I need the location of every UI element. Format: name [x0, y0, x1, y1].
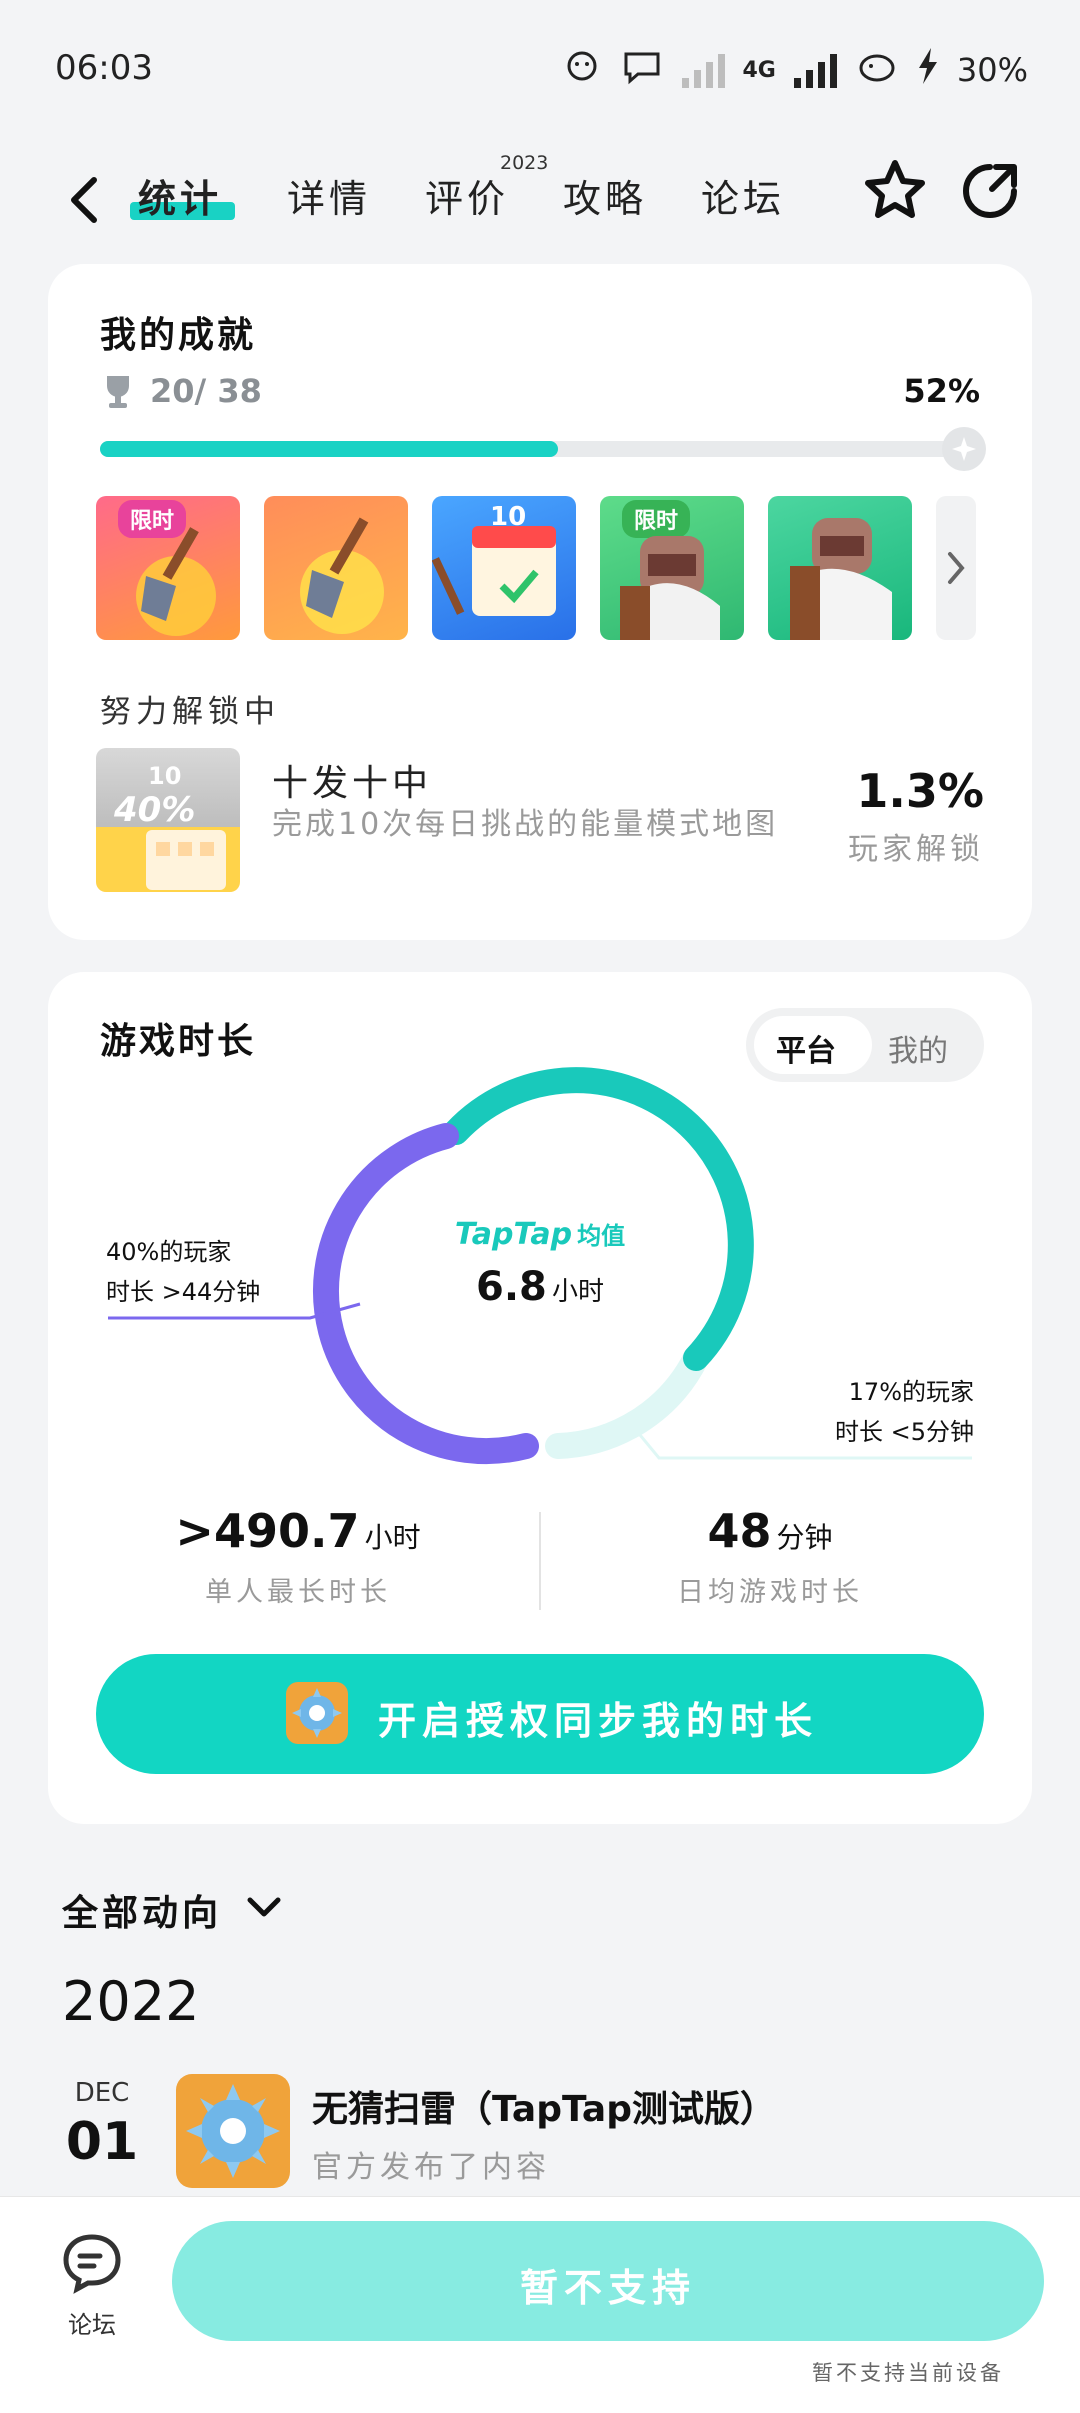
short-play-note-line2: 时长 <5分钟: [834, 1418, 974, 1446]
achievement-progress-fill: [100, 441, 558, 457]
short-play-note: 17%的玩家 时长 <5分钟: [835, 1372, 974, 1452]
stats-divider: [539, 1512, 541, 1610]
sync-playtime-button[interactable]: 开启授权同步我的时长: [96, 1654, 984, 1774]
forum-icon[interactable]: [60, 2231, 124, 2295]
knight-icon: [620, 536, 720, 640]
short-play-note-line1: 17%的玩家: [848, 1378, 974, 1406]
battery-percent: 30%: [956, 51, 1028, 89]
knight-icon: [790, 518, 892, 640]
unlocking-rate-label: 玩家解锁: [848, 832, 984, 867]
donut-center-label: TapTap 均值: [440, 1216, 640, 1252]
taptap-logo-text: TapTap: [454, 1217, 573, 1252]
badge-number: 10: [490, 502, 527, 532]
sync-playtime-label: 开启授权同步我的时长: [378, 1699, 819, 1743]
unsupported-button[interactable]: 暂不支持: [172, 2221, 1044, 2341]
unsupported-device-note: 暂不支持当前设备: [812, 2361, 1004, 2385]
app-status-icon: [855, 46, 899, 94]
daily-playtime-stat: 48 分钟: [560, 1504, 980, 1558]
back-icon[interactable]: [60, 170, 110, 230]
game-app-icon: [286, 1682, 348, 1744]
shovel-icon: [136, 527, 216, 636]
tab-details[interactable]: 详情: [287, 168, 371, 223]
unsupported-button-label: 暂不支持: [519, 2266, 696, 2310]
forum-label[interactable]: 论坛: [50, 2305, 134, 2340]
max-playtime-label: 单人最长时长: [205, 1577, 391, 1608]
average-label: 均值: [577, 1222, 626, 1250]
feed-item-title[interactable]: 无猜扫雷（TapTap测试版）: [312, 2080, 776, 2132]
tab-stats[interactable]: 统计: [138, 168, 222, 223]
feed-year: 2022: [62, 1970, 200, 2033]
tab-forum[interactable]: 论坛: [701, 168, 785, 223]
unlocking-badge-number: 10: [148, 762, 182, 790]
achievements-title: 我的成就: [100, 315, 257, 356]
daily-playtime-value: 48: [707, 1504, 772, 1558]
average-value: 6.8: [476, 1264, 547, 1310]
donut-segment-short: [545, 1345, 709, 1459]
daily-playtime-label: 日均游戏时长: [677, 1577, 863, 1608]
status-time: 06:03: [55, 48, 153, 88]
status-bar: 06:03 4G 30%: [0, 0, 1080, 140]
max-playtime-value: >490.7: [175, 1504, 360, 1558]
unlocking-name: 十发十中: [272, 763, 433, 804]
unlocking-description: 完成10次每日挑战的能量模式地图: [272, 807, 779, 842]
favorite-star-icon[interactable]: [860, 155, 930, 225]
playtime-card: 游戏时长 平台 我的 40%的玩家 时长 >44分钟 17%的玩家 时长 <5分…: [48, 972, 1032, 1824]
long-play-note-line2: 时长 >44分钟: [106, 1278, 261, 1306]
network-type: 4G: [742, 57, 776, 83]
achievement-badge-3[interactable]: 10: [432, 496, 576, 640]
signal-sim2-icon: [793, 52, 837, 88]
status-icons: 4G 30%: [562, 46, 1028, 94]
chevron-right-icon: [948, 552, 965, 584]
feed-item-game-icon[interactable]: [176, 2074, 290, 2188]
badges-more-button[interactable]: [936, 496, 976, 640]
feed-item-subtitle: 官方发布了内容: [312, 2150, 550, 2185]
achievement-badge-5[interactable]: [768, 496, 912, 640]
long-play-note: 40%的玩家 时长 >44分钟: [106, 1232, 260, 1312]
achievements-card: 我的成就 20/ 38 52% 限时 10 限时 努力解锁中 10 40% 十发…: [48, 264, 1032, 940]
message-notification-icon: [620, 46, 664, 94]
achievement-badge-4[interactable]: 限时: [600, 496, 744, 640]
chevron-down-icon[interactable]: [244, 1892, 284, 1922]
max-playtime-stat: >490.7 小时: [88, 1504, 508, 1558]
average-unit: 小时: [551, 1277, 604, 1307]
unlocking-title: 努力解锁中: [100, 694, 280, 730]
progress-end-icon: [942, 427, 986, 471]
feed-filter-dropdown[interactable]: 全部动向: [62, 1884, 222, 1936]
achievement-badge-1[interactable]: 限时: [96, 496, 240, 640]
unlocking-rate: 1.3%: [856, 764, 984, 818]
tab-guides[interactable]: 攻略: [563, 168, 647, 223]
shovel-icon: [300, 517, 384, 634]
achievement-percent: 52%: [903, 372, 980, 410]
trophy-icon: [100, 372, 136, 412]
calendar-icon: [146, 830, 226, 890]
achievement-progress-bar: [100, 427, 986, 471]
feed-item-month: DEC: [74, 2078, 130, 2108]
average-playtime: 6.8 小时: [440, 1264, 640, 1310]
feed-item-day: 01: [65, 2112, 139, 2172]
long-play-note-line1: 40%的玩家: [106, 1238, 232, 1266]
signal-sim1-icon: [681, 52, 725, 88]
share-icon[interactable]: [956, 155, 1026, 225]
app-notification-icon: [562, 46, 602, 94]
tab-reviews[interactable]: 评价: [425, 168, 509, 223]
tab-reviews-badge: 2023: [500, 152, 549, 174]
bottom-action-bar: 论坛 暂不支持 暂不支持当前设备: [0, 2196, 1080, 2413]
achievement-badge-2[interactable]: [264, 496, 408, 640]
max-playtime-unit: 小时: [364, 1521, 421, 1554]
unlocking-badge-percent: 40%: [114, 790, 196, 830]
daily-playtime-unit: 分钟: [776, 1521, 833, 1554]
unlocking-badge[interactable]: 10 40%: [96, 748, 240, 892]
charging-icon: [917, 48, 939, 92]
achievement-count: 20/ 38: [150, 372, 262, 410]
